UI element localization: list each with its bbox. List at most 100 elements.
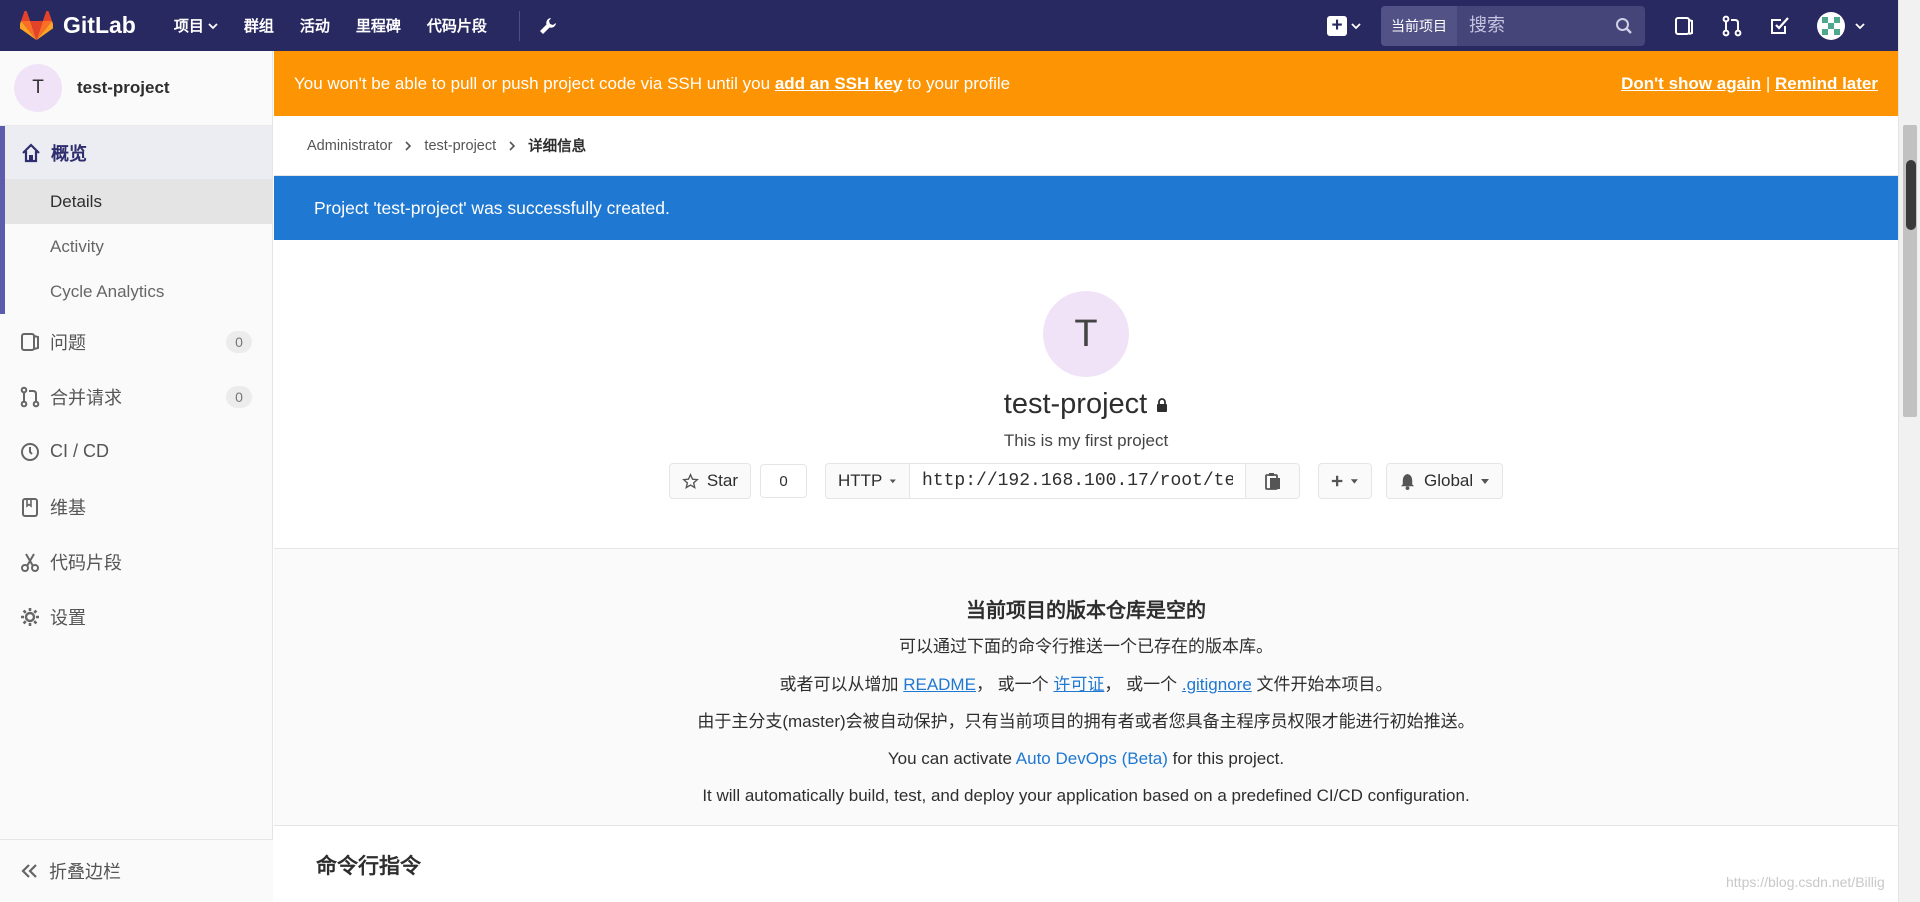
gitignore-link[interactable]: .gitignore	[1182, 675, 1252, 694]
clone-url-group: HTTP	[825, 463, 1301, 499]
search-scope-badge[interactable]: 当前项目	[1381, 5, 1457, 46]
gitlab-logo[interactable]: GitLab	[20, 10, 136, 41]
ssh-warning-separator: |	[1761, 73, 1776, 93]
notification-level: Global	[1424, 471, 1474, 490]
plus-icon	[1331, 475, 1343, 487]
sidebar-item-merge-requests[interactable]: 合并请求 0	[0, 369, 272, 424]
sidebar-item-settings[interactable]: 设置	[0, 589, 272, 644]
empty-repo-line2-d: 文件开始本项目。	[1251, 675, 1393, 694]
chevron-right-icon	[509, 140, 516, 151]
todo-check-icon[interactable]	[1769, 15, 1791, 37]
empty-repo-line1: 可以通过下面的命令行推送一个已存在的版本库。	[899, 637, 1273, 656]
remind-later-link[interactable]: Remind later	[1775, 74, 1878, 94]
empty-repo-line2-b: ， 或一个	[975, 675, 1054, 694]
auto-devops-link[interactable]: Auto DevOps (Beta)	[1016, 749, 1168, 768]
project-sidebar: T test-project 概览 Details Activity Cycle…	[0, 51, 273, 902]
license-link[interactable]: 许可证	[1053, 675, 1104, 694]
star-count[interactable]: 0	[760, 464, 808, 498]
cli-instructions-title: 命令行指令	[316, 855, 421, 878]
merge-request-icon[interactable]	[1721, 15, 1743, 37]
sidebar-item-merge-label: 合并请求	[50, 387, 122, 408]
nav-projects-label: 项目	[173, 18, 204, 35]
empty-repo-line3: 由于主分支(master)会被自动保护，只有当前项目的拥有者或者您具备主程序员权…	[697, 712, 1475, 731]
empty-repo-line4-b: for this project.	[1167, 749, 1285, 768]
add-new-dropdown[interactable]	[1318, 463, 1373, 499]
sidebar-item-cicd[interactable]: CI / CD	[0, 424, 272, 479]
readme-link[interactable]: README	[903, 675, 976, 694]
rocket-clock-icon	[21, 442, 39, 461]
new-dropdown-button[interactable]: +	[1327, 15, 1361, 36]
sidebar-item-settings-label: 设置	[50, 607, 86, 628]
empty-repo-line2-c: ， 或一个	[1104, 675, 1182, 694]
sidebar-item-issues-label: 问题	[50, 332, 86, 353]
chevron-down-icon	[1351, 22, 1361, 29]
star-button[interactable]: Star	[668, 463, 752, 499]
chevron-down-icon[interactable]	[1855, 21, 1865, 31]
clone-protocol-dropdown[interactable]: HTTP	[825, 463, 911, 499]
notification-dropdown[interactable]: Global	[1386, 463, 1504, 499]
success-flash-message: Project 'test-project' was successfully …	[274, 176, 1898, 240]
nav-snippets[interactable]: 代码片段	[427, 15, 487, 36]
nav-groups[interactable]: 群组	[244, 15, 274, 36]
lock-icon	[1157, 397, 1168, 412]
issues-icon	[21, 332, 39, 351]
project-avatar: T	[14, 64, 62, 112]
search-input[interactable]	[1457, 5, 1615, 46]
clipboard-icon	[1264, 473, 1280, 490]
sidebar-item-wiki-label: 维基	[50, 497, 86, 518]
empty-repo-line4-a: You can activate	[887, 749, 1016, 768]
merge-count-badge: 0	[226, 385, 252, 408]
top-navbar: GitLab 项目 群组 活动 里程碑 代码片段 + 当前项目	[0, 0, 1920, 51]
breadcrumb-current[interactable]: 详细信息	[528, 135, 586, 156]
sidebar-item-issues[interactable]: 问题 0	[0, 314, 272, 369]
sidebar-subitem-details[interactable]: Details	[5, 179, 272, 224]
breadcrumb-administrator[interactable]: Administrator	[307, 138, 392, 154]
empty-repo-line5: It will automatically build, test, and d…	[702, 786, 1470, 805]
caret-down-icon	[1481, 479, 1490, 484]
add-ssh-key-link[interactable]: add an SSH key	[775, 74, 903, 93]
sidebar-project-header[interactable]: T test-project	[0, 51, 272, 126]
empty-repo-section: 当前项目的版本仓库是空的 可以通过下面的命令行推送一个已存在的版本库。 或者可以…	[274, 549, 1898, 826]
project-description: This is my first project	[1003, 431, 1169, 450]
breadcrumb-test-project[interactable]: test-project	[424, 138, 496, 154]
user-avatar[interactable]	[1817, 11, 1845, 40]
ssh-warning-text-after: to your profile	[902, 73, 1011, 93]
gear-icon	[21, 607, 39, 626]
nav-activity[interactable]: 活动	[300, 15, 330, 36]
chevron-right-icon	[405, 140, 412, 151]
chevron-down-icon	[208, 22, 218, 29]
search-icon	[1616, 17, 1632, 34]
issues-count-badge: 0	[226, 330, 252, 353]
search-box: 当前项目	[1381, 5, 1645, 46]
plus-square-icon: +	[1327, 15, 1347, 36]
issues-icon[interactable]	[1673, 15, 1695, 37]
double-chevron-left-icon	[21, 864, 37, 878]
sidebar-item-snippets[interactable]: 代码片段	[0, 534, 272, 589]
ssh-warning-text: You won't be able to pull or push projec…	[294, 74, 1010, 94]
copy-url-button[interactable]	[1245, 463, 1301, 499]
star-label: Star	[706, 471, 739, 490]
nav-milestones[interactable]: 里程碑	[356, 15, 401, 36]
sidebar-subitem-activity[interactable]: Activity	[5, 224, 272, 269]
ssh-warning-banner: You won't be able to pull or push projec…	[274, 51, 1898, 116]
sidebar-item-cicd-label: CI / CD	[50, 441, 110, 461]
dont-show-again-link[interactable]: Don't show again	[1621, 74, 1761, 94]
collapse-sidebar-button[interactable]: 折叠边栏	[0, 839, 273, 902]
sidebar-subitem-cycle-analytics[interactable]: Cycle Analytics	[5, 269, 272, 314]
scroll-indicator	[1906, 160, 1916, 230]
admin-wrench-icon[interactable]	[538, 16, 558, 36]
sidebar-item-wiki[interactable]: 维基	[0, 479, 272, 534]
page-scrollbar[interactable]	[1898, 0, 1920, 902]
clone-url-input[interactable]	[910, 463, 1246, 499]
brand-name: GitLab	[63, 12, 136, 38]
sidebar-item-overview[interactable]: 概览	[5, 126, 272, 179]
empty-repo-line4: You can activate Auto DevOps (Beta) for …	[888, 749, 1284, 769]
collapse-sidebar-label: 折叠边栏	[49, 862, 121, 882]
nav-projects[interactable]: 项目	[174, 15, 218, 36]
sidebar-item-overview-label: 概览	[51, 143, 87, 164]
project-title: test-project	[1004, 388, 1168, 421]
clone-protocol-label: HTTP	[838, 471, 883, 490]
caret-down-icon	[890, 479, 897, 484]
sidebar-project-name: test-project	[77, 78, 170, 97]
merge-request-icon	[20, 386, 40, 407]
